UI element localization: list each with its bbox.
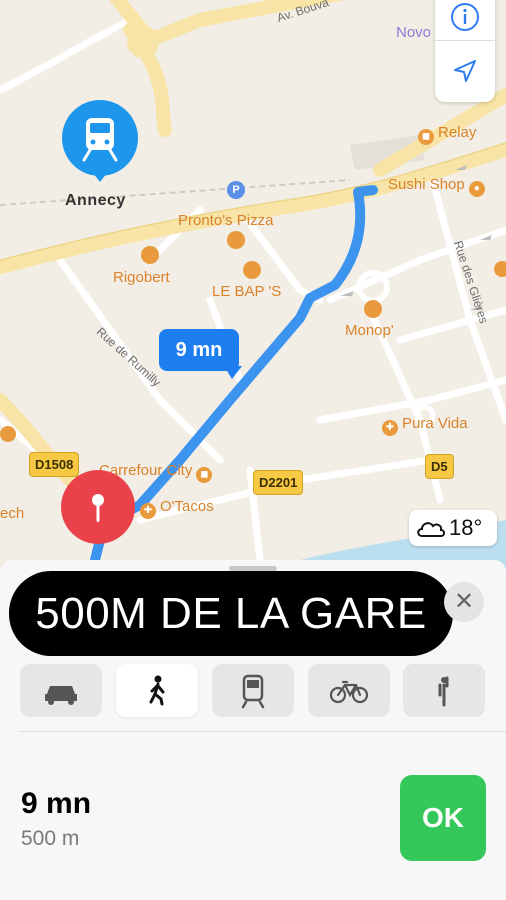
restaurant-icon [243,261,261,279]
divider [20,731,506,732]
restaurant-icon: ✚ [382,420,398,436]
station-pin[interactable] [62,100,138,176]
train-icon [241,674,265,709]
eta-bubble[interactable]: 9 mn [159,329,239,371]
restaurant-icon: ✚ [140,503,156,519]
poi-le-baps[interactable]: LE BAP 'S [212,283,281,300]
poi-ech[interactable]: ech [0,505,24,522]
cloud-icon [417,522,445,537]
mode-car[interactable] [20,664,102,717]
road-badge: D5 [425,454,454,479]
walk-icon [149,675,165,706]
poi-pura-vida[interactable]: ✚ Pura Vida [382,415,468,436]
person-waving-icon [438,676,449,707]
bike-poi-icon [227,231,245,249]
pin-icon [92,494,104,522]
poi-otacos[interactable]: ✚ O'Tacos [140,498,214,519]
info-icon[interactable] [450,2,480,32]
food-icon: ● [468,181,485,197]
route-duration: 9 mn [21,787,92,820]
shop-icon [364,300,382,318]
poi-prontos-pizza[interactable]: Pronto's Pizza [178,212,273,229]
map-view[interactable]: Annecy P ◼ Relay Sushi Shop ● Pronto's Piz… [0,0,506,580]
mode-bike[interactable] [308,664,390,717]
parking-icon: P [227,181,245,199]
car-icon [45,686,77,705]
mode-walk[interactable] [116,664,198,717]
ok-button[interactable]: OK [400,775,486,861]
caption-overlay: 500M DE LA GARE [9,571,453,656]
poi-rigobert[interactable]: Rigobert [113,269,170,286]
mode-rideshare[interactable] [403,664,485,717]
restaurant-icon [494,261,506,277]
restaurant-icon [0,426,16,442]
shop-icon: ◼ [418,129,434,145]
destination-pin[interactable] [61,470,135,544]
temperature: 18° [449,515,483,540]
close-icon: ✕ [453,588,475,615]
mode-transit[interactable] [212,664,294,717]
close-button[interactable]: ✕ [444,582,484,622]
train-icon [82,118,118,162]
bicycle-icon [329,680,369,704]
location-arrow-icon[interactable] [450,56,480,86]
weather-badge: 18° [409,510,497,546]
route-distance: 500 m [21,827,80,850]
bike-poi-icon [141,246,159,264]
poi-relay[interactable]: ◼ Relay [418,124,476,145]
station-label: Annecy [65,192,126,209]
road-badge: D2201 [253,470,304,495]
map-controls [435,0,495,102]
poi-sushi-shop[interactable]: Sushi Shop ● [388,176,489,197]
shop-icon: ◼ [196,467,213,483]
poi-novo[interactable]: Novo [396,24,431,41]
poi-monop[interactable]: Monop' [345,322,394,339]
